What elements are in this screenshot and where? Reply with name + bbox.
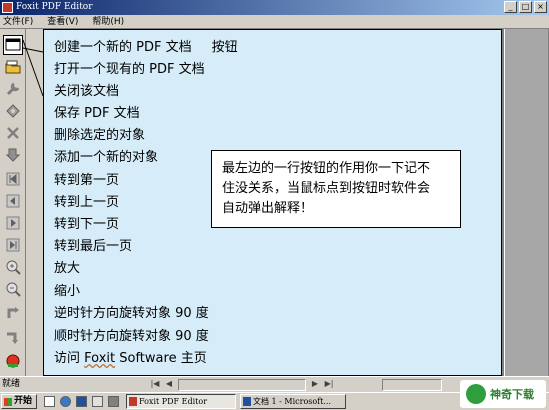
foxit-home-button[interactable] [3, 351, 23, 371]
menu-view[interactable]: 查看(V) [47, 15, 78, 28]
window-title: Foxit PDF Editor [16, 2, 93, 12]
foxit-task-icon [129, 397, 137, 406]
list-item: 转到下一页 [54, 217, 120, 232]
task-word[interactable]: 文档 1 - Microsoft... [240, 394, 346, 409]
list-item: 逆时针方向旋转对象 90 度 [54, 306, 209, 321]
menu-file[interactable]: 文件(F) [3, 15, 33, 28]
foxit-home-icon [6, 354, 20, 368]
list-item: 创建一个新的 PDF 文档 按钮 [54, 40, 238, 55]
quicklaunch-icon[interactable] [92, 396, 103, 407]
button-label: 按钮 [211, 40, 238, 55]
next-page-icon [6, 216, 20, 230]
status-text: 就绪 [2, 379, 21, 389]
delete-x-icon [7, 127, 19, 139]
close-wrench-icon [6, 82, 20, 96]
rotate-ccw-button[interactable] [3, 303, 23, 323]
next-page-button[interactable] [3, 213, 23, 233]
callout-line: 最左边的一行按钮的作用你一下记不 [222, 161, 431, 176]
list-item: 转到上一页 [54, 195, 120, 210]
last-page-icon [6, 238, 20, 252]
zoom-field[interactable] [382, 379, 442, 391]
list-item: 缩小 [54, 284, 81, 299]
add-object-hand-icon [5, 148, 21, 162]
rotate-ccw-icon [7, 307, 19, 318]
zoom-in-icon [6, 260, 21, 275]
desktop-icon[interactable] [44, 396, 55, 407]
list-item: 访问 Foxit Software 主页 [54, 351, 207, 366]
tip-callout: 最左边的一行按钮的作用你一下记不 住没关系，当鼠标点到按钮时软件会 自动弹出解释… [211, 150, 461, 228]
page-number-field[interactable] [178, 379, 306, 391]
word-icon[interactable] [76, 396, 87, 407]
close-doc-button[interactable] [3, 79, 23, 99]
task-foxit[interactable]: Foxit PDF Editor [126, 394, 236, 409]
minimize-button[interactable]: _ [504, 1, 517, 13]
previous-page-button[interactable] [3, 191, 23, 211]
word-task-icon [243, 397, 251, 406]
list-item: 保存 PDF 文档 [54, 106, 140, 121]
first-page-button[interactable] [3, 169, 23, 189]
zoom-out-button[interactable] [3, 279, 23, 299]
watermark-logo-icon [466, 384, 486, 404]
ie-icon[interactable] [60, 396, 71, 407]
status-last-page-button[interactable]: ▶| [322, 378, 336, 391]
previous-page-icon [6, 194, 20, 208]
status-first-page-button[interactable]: |◀ [148, 378, 162, 391]
list-item: 打开一个现有的 PDF 文档 [54, 62, 205, 77]
list-item: 转到第一页 [54, 173, 120, 188]
list-item: 顺时针方向旋转对象 90 度 [54, 329, 209, 344]
add-object-button[interactable] [3, 145, 23, 165]
list-item: 放大 [54, 261, 81, 276]
title-bar: Foxit PDF Editor _ □ × [0, 0, 549, 15]
menu-help[interactable]: 帮助(H) [92, 15, 124, 28]
list-item: 删除选定的对象 [54, 128, 146, 143]
menu-bar: 文件(F) 查看(V) 帮助(H) [0, 15, 549, 29]
watermark: 神奇下载 [460, 380, 546, 408]
new-document-button[interactable] [3, 35, 23, 55]
callout-line: 住没关系，当鼠标点到按钮时软件会 [222, 181, 431, 196]
save-icon [6, 104, 20, 118]
left-toolbar [0, 29, 26, 376]
close-button[interactable]: × [534, 1, 547, 13]
rotate-cw-icon [7, 332, 18, 344]
delete-button[interactable] [3, 123, 23, 143]
save-button[interactable] [3, 101, 23, 121]
open-button[interactable] [3, 57, 23, 77]
list-item: 转到最后一页 [54, 239, 133, 254]
quicklaunch-icon[interactable] [108, 396, 119, 407]
help-panel: 创建一个新的 PDF 文档 按钮 打开一个现有的 PDF 文档 关闭该文档 保存 … [43, 29, 502, 376]
list-item: 添加一个新的对象 [54, 150, 159, 165]
app-icon [2, 2, 13, 13]
first-page-icon [6, 172, 20, 186]
vertical-scroll-area[interactable] [502, 29, 549, 376]
windows-logo-icon [4, 398, 12, 406]
last-page-button[interactable] [3, 235, 23, 255]
new-document-icon [5, 38, 21, 51]
zoom-out-icon [6, 282, 21, 297]
list-item: 关闭该文档 [54, 84, 120, 99]
callout-line: 自动弹出解释！ [222, 201, 314, 216]
start-button[interactable]: 开始 [1, 394, 37, 409]
status-prev-page-button[interactable]: ◀ [162, 378, 176, 391]
open-folder-icon [5, 60, 21, 74]
foxit-brand: Foxit [84, 351, 116, 366]
status-next-page-button[interactable]: ▶ [308, 378, 322, 391]
zoom-in-button[interactable] [3, 257, 23, 277]
maximize-button[interactable]: □ [519, 1, 532, 13]
rotate-cw-button[interactable] [3, 327, 23, 347]
